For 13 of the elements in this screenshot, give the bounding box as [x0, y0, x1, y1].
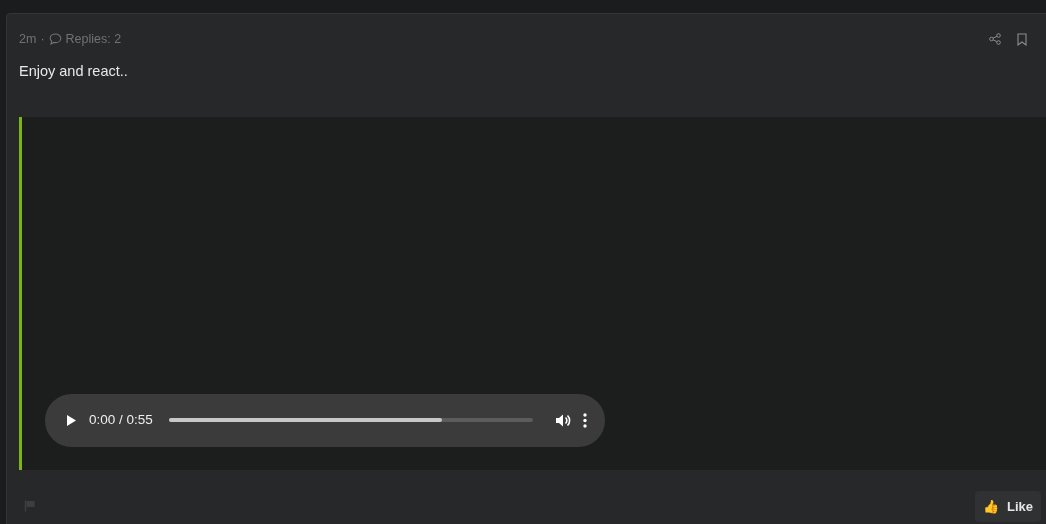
- progress-track[interactable]: [168, 418, 533, 422]
- post-text: Enjoy and react..: [18, 61, 129, 81]
- like-button[interactable]: 👍 Like: [975, 490, 1041, 522]
- time-display: 0:00 / 0:55: [89, 410, 153, 429]
- audio-player[interactable]: 0:00 / 0:55: [45, 393, 605, 447]
- post-age: 2m: [19, 31, 37, 48]
- play-icon[interactable]: [65, 413, 77, 427]
- share-icon[interactable]: [989, 32, 1001, 45]
- separator: ·: [40, 31, 45, 48]
- comment-icon: [48, 33, 62, 46]
- more-icon[interactable]: [583, 412, 587, 428]
- volume-icon[interactable]: [555, 412, 571, 428]
- bookmark-icon[interactable]: [1017, 32, 1027, 46]
